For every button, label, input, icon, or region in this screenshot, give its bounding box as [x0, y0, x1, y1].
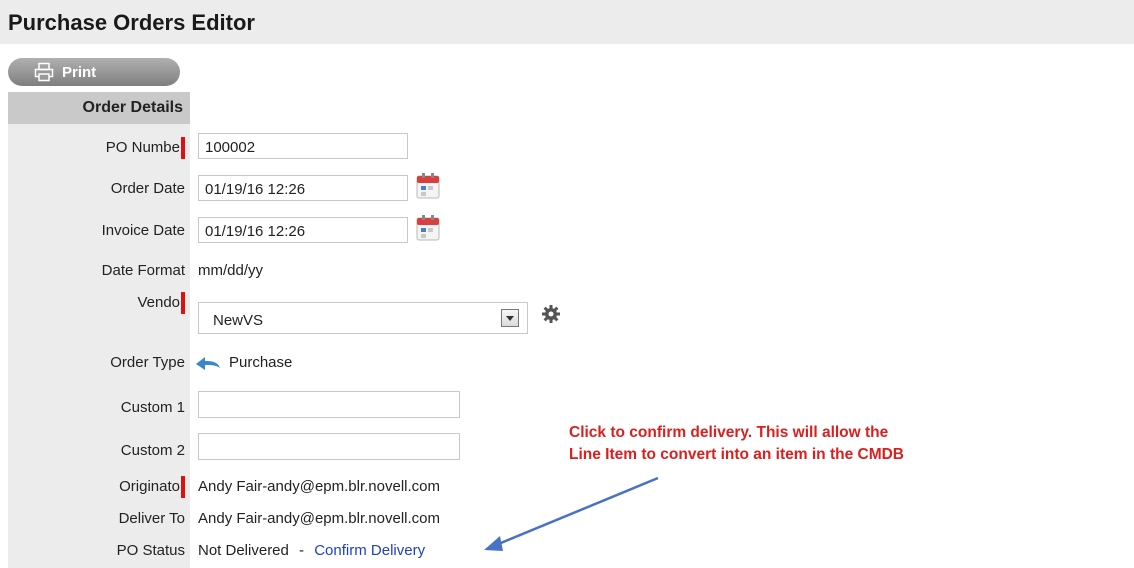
order-date-label: Order Date	[110, 180, 185, 197]
custom2-label: Custom 2	[120, 442, 185, 459]
date-format-value: mm/dd/yy	[198, 262, 264, 279]
custom1-input[interactable]	[198, 391, 460, 418]
print-button[interactable]: Print	[8, 58, 180, 86]
po-number-input[interactable]: 100002	[198, 133, 408, 159]
print-label: Print	[62, 63, 97, 81]
printer-icon	[34, 62, 54, 82]
deliver-to-value: Andy Fair-andy@epm.blr.novell.com	[198, 510, 440, 527]
invoice-date-label: Invoice Date	[101, 222, 185, 239]
return-arrow-icon	[196, 357, 220, 370]
page-title: Purchase Orders Editor	[8, 10, 255, 35]
date-format-label: Date Format	[101, 262, 185, 279]
po-number-label: PO Number	[105, 139, 185, 156]
annotation-line-2: Line Item to convert into an item in the…	[569, 446, 904, 463]
custom2-input[interactable]	[198, 433, 460, 460]
custom1-label: Custom 1	[120, 399, 185, 416]
confirm-delivery-link[interactable]: Confirm Delivery	[314, 542, 425, 559]
po-status-value-row: Not Delivered - Confirm Delivery	[198, 542, 425, 559]
annotation-line-1: Click to confirm delivery. This will all…	[569, 424, 889, 441]
originator-label: Originator	[119, 478, 185, 495]
required-marker	[181, 137, 185, 159]
po-status-value: Not Delivered	[198, 542, 289, 559]
order-type-label: Order Type	[110, 354, 185, 371]
annotation-callout: Click to confirm delivery. This will all…	[569, 422, 904, 466]
vendor-select[interactable]: NewVS	[198, 302, 528, 334]
calendar-icon[interactable]	[416, 215, 440, 241]
annotation-arrow	[484, 476, 659, 551]
section-title: Order Details	[82, 99, 183, 116]
invoice-date-input[interactable]: 01/19/16 12:26	[198, 217, 408, 243]
calendar-icon[interactable]	[416, 173, 440, 199]
order-type-value: Purchase	[229, 354, 293, 371]
section-header: Order Details	[8, 92, 190, 124]
chevron-down-icon	[506, 316, 514, 321]
required-marker	[181, 476, 185, 498]
dropdown-arrow[interactable]	[501, 309, 519, 327]
originator-value: Andy Fair-andy@epm.blr.novell.com	[198, 478, 440, 495]
gear-icon[interactable]	[541, 304, 561, 324]
status-separator: -	[299, 542, 305, 559]
po-status-label: PO Status	[116, 542, 185, 559]
deliver-to-label: Deliver To	[118, 510, 185, 527]
label-column	[8, 92, 190, 568]
required-marker	[181, 292, 185, 314]
order-date-input[interactable]: 01/19/16 12:26	[198, 175, 408, 201]
vendor-selected-value: NewVS	[213, 312, 264, 329]
title-bar: Purchase Orders Editor	[0, 0, 1134, 44]
vendor-label: Vendor	[137, 294, 185, 311]
